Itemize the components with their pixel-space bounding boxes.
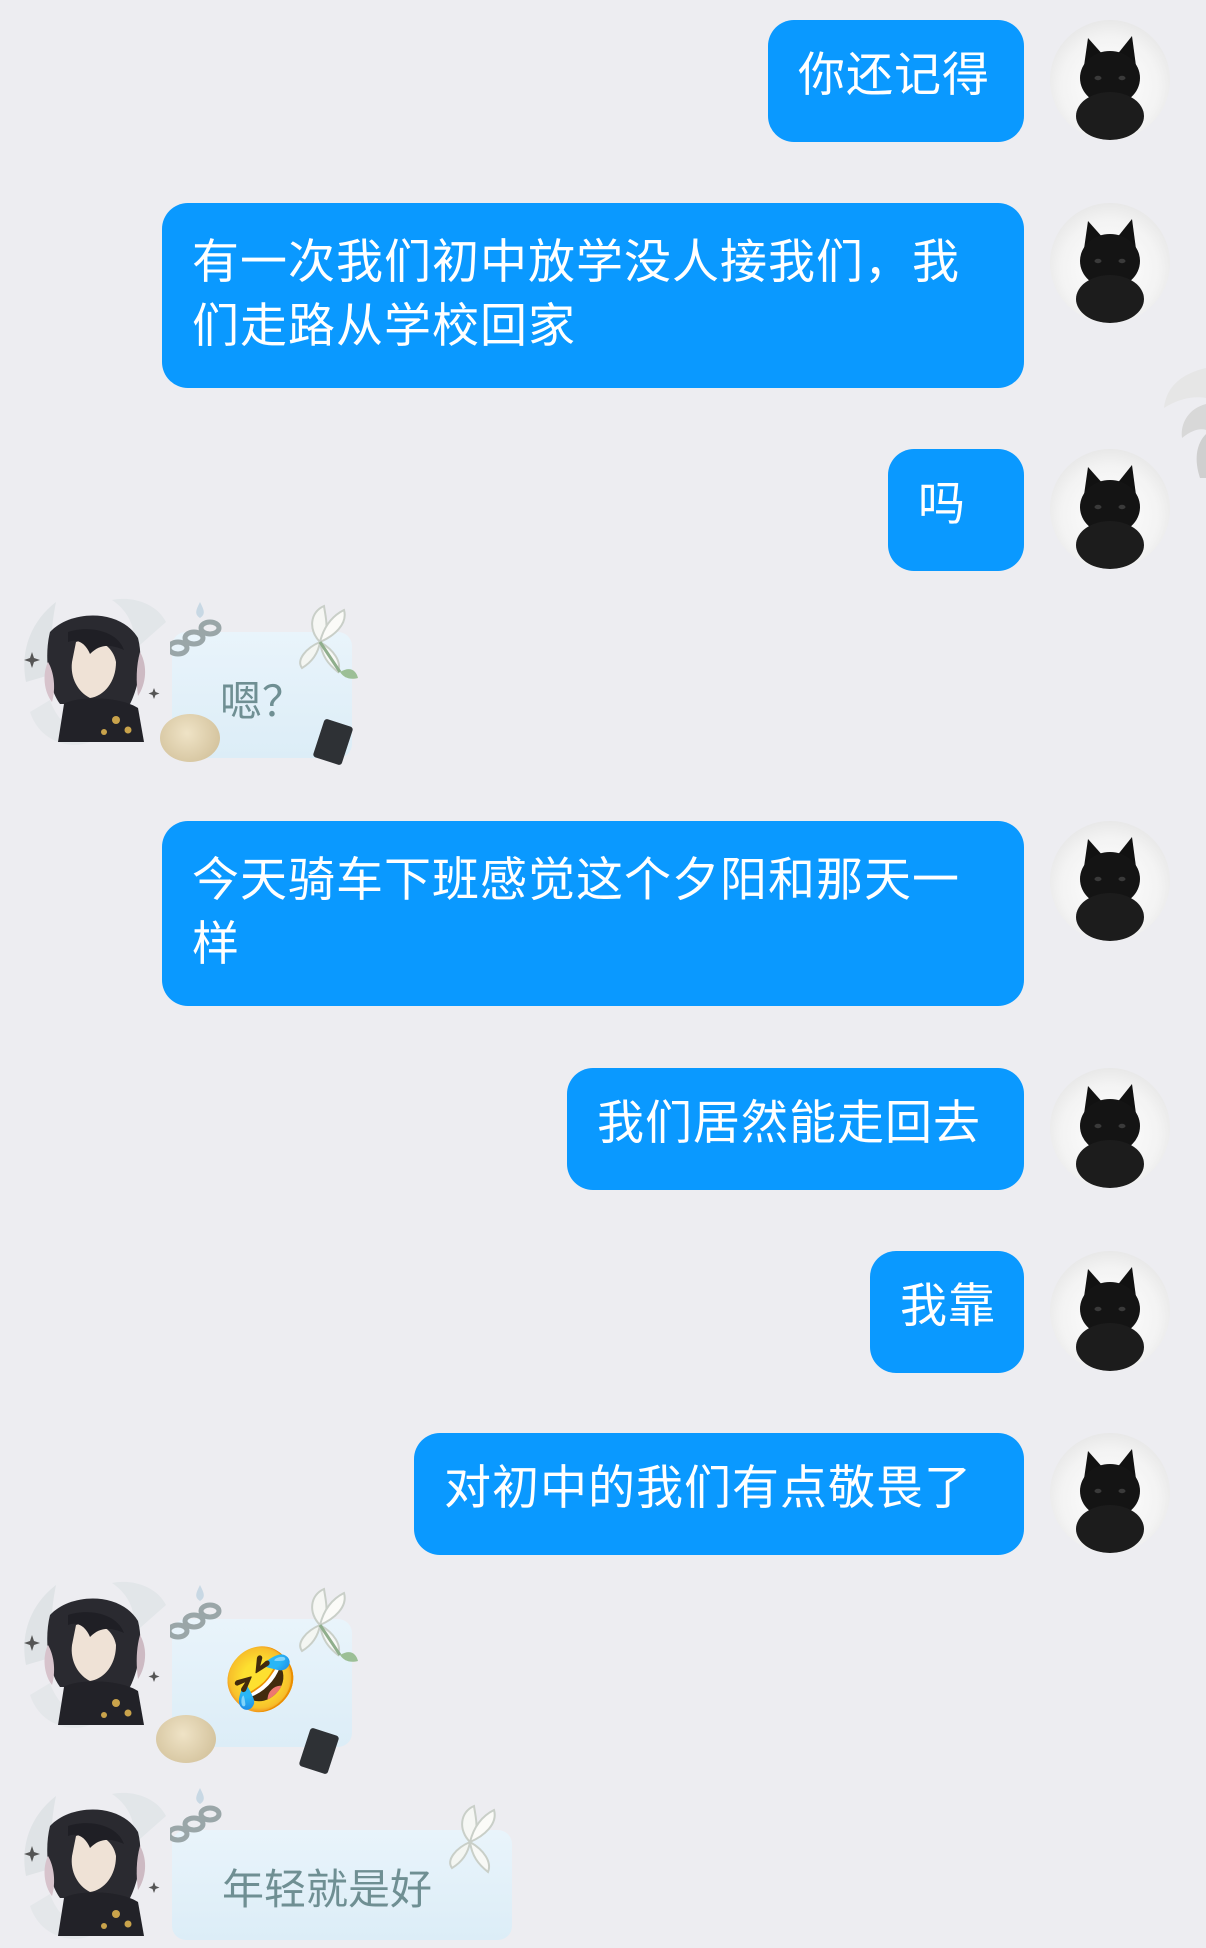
message-text: 对初中的我们有点敬畏了	[444, 1461, 972, 1516]
message-text-line: 今天骑车下班感觉这个夕阳和那天一	[192, 853, 960, 908]
message-bubble[interactable]: 你还记得	[768, 20, 1024, 142]
message-row: 吗	[0, 449, 1206, 571]
message-row-incoming: 年轻就是好	[0, 1786, 1206, 1940]
anime-avatar-icon	[24, 1792, 166, 1939]
sticker-decoration-icon	[170, 1788, 496, 1874]
plush-icon	[160, 714, 220, 762]
message-row: 我靠	[0, 1251, 1206, 1373]
message-row-incoming: 🤣	[0, 1575, 1206, 1775]
black-cat-avatar[interactable]	[1050, 821, 1170, 941]
anime-avatar-icon	[24, 1581, 166, 1728]
black-cat-avatar[interactable]	[1050, 20, 1170, 140]
sticker-decoration-icon	[170, 1585, 380, 1725]
black-cat-avatar[interactable]	[1050, 203, 1170, 323]
cat-icon	[1050, 203, 1170, 323]
message-bubble[interactable]: 我们居然能走回去	[567, 1068, 1024, 1190]
black-cat-avatar[interactable]	[1050, 1433, 1170, 1553]
message-bubble[interactable]: 我靠	[870, 1251, 1024, 1373]
anime-character-avatar[interactable]	[20, 592, 170, 750]
anime-character-avatar[interactable]	[20, 1786, 170, 1944]
plush-icon	[156, 1715, 216, 1763]
chat-thread: 你还记得 有一次我们初中放学没人接我们，我 们走路从学校回家 吗 嗯？ 今天骑车…	[0, 0, 1206, 1940]
black-cat-avatar[interactable]	[1050, 1251, 1170, 1371]
cat-icon	[1050, 821, 1170, 941]
message-bubble[interactable]: 今天骑车下班感觉这个夕阳和那天一 样	[162, 821, 1024, 1006]
message-text: 我们居然能走回去	[597, 1096, 981, 1151]
black-cat-avatar[interactable]	[1050, 449, 1170, 569]
cat-icon	[1050, 1433, 1170, 1553]
message-row-incoming: 嗯？	[0, 592, 1206, 772]
message-text-line: 有一次我们初中放学没人接我们，我	[192, 235, 960, 290]
message-row: 我们居然能走回去	[0, 1068, 1206, 1190]
cat-icon	[1050, 1251, 1170, 1371]
anime-character-avatar[interactable]	[20, 1575, 170, 1733]
message-text-line: 样	[192, 917, 240, 972]
message-row: 今天骑车下班感觉这个夕阳和那天一 样	[0, 821, 1206, 1006]
message-bubble[interactable]: 对初中的我们有点敬畏了	[414, 1433, 1024, 1555]
anime-avatar-icon	[24, 598, 166, 745]
cat-icon	[1050, 1068, 1170, 1188]
message-row: 对初中的我们有点敬畏了	[0, 1433, 1206, 1555]
message-text: 你还记得	[798, 48, 990, 103]
message-text: 吗	[918, 477, 966, 532]
message-bubble[interactable]: 有一次我们初中放学没人接我们，我 们走路从学校回家	[162, 203, 1024, 388]
cat-icon	[1050, 449, 1170, 569]
message-bubble[interactable]: 吗	[888, 449, 1024, 571]
cat-icon	[1050, 20, 1170, 140]
message-row: 你还记得	[0, 20, 1206, 142]
cropped-sticker-icon	[1164, 368, 1206, 478]
message-text: 我靠	[900, 1279, 996, 1334]
black-cat-avatar[interactable]	[1050, 1068, 1170, 1188]
message-row: 有一次我们初中放学没人接我们，我 们走路从学校回家	[0, 203, 1206, 388]
message-text-line: 们走路从学校回家	[192, 299, 576, 354]
